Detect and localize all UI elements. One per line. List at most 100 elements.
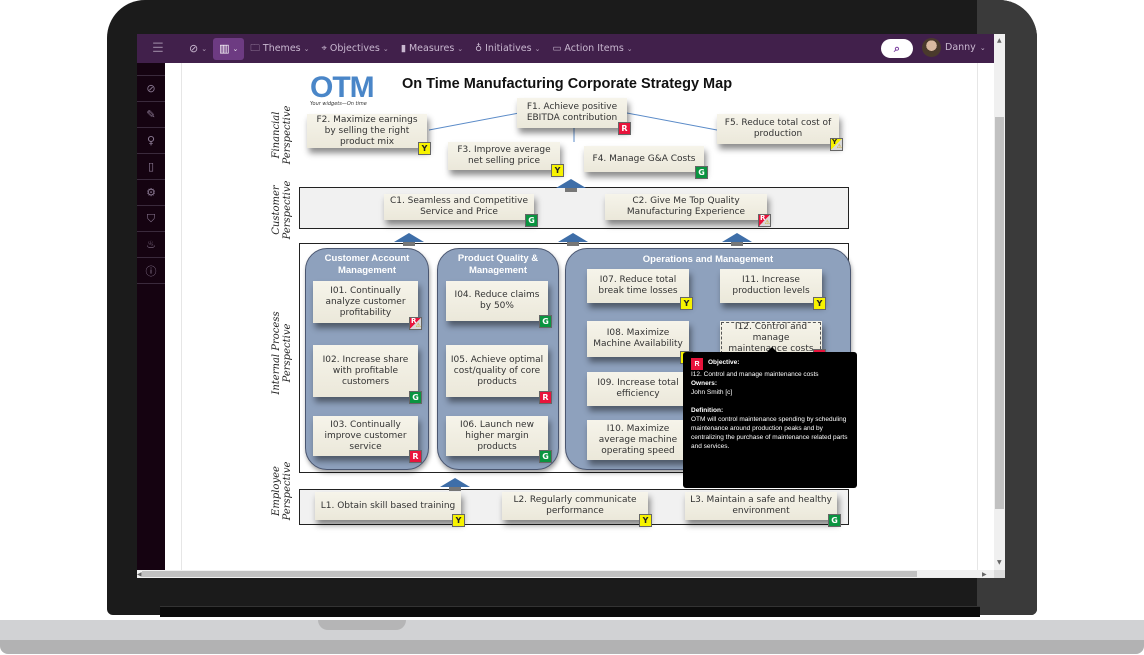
status-letter: G — [698, 168, 705, 177]
status-letter: G — [542, 317, 549, 326]
scroll-left-icon[interactable]: ◀ — [137, 571, 142, 578]
status-badge[interactable]: G — [409, 391, 422, 404]
warning-icon: ⚠ — [415, 322, 421, 329]
tooltip-caret — [767, 347, 777, 352]
objective-i02[interactable]: I02. Increase share with profitable cust… — [313, 345, 422, 404]
objective-label: C2. Give Me Top Quality Manufacturing Ex… — [626, 196, 746, 217]
status-badge[interactable]: R — [539, 391, 552, 404]
objective-i09[interactable]: I09. Increase total efficiency — [587, 372, 689, 406]
status-badge[interactable]: G — [539, 315, 552, 328]
vertical-scroll-thumb[interactable] — [995, 117, 1004, 509]
status-badge[interactable]: Y — [680, 297, 693, 310]
vertical-scrollbar[interactable]: ▲ ▼ — [994, 34, 1005, 570]
objective-label: F4. Manage G&A Costs — [592, 153, 696, 164]
up-arrow-icon — [558, 233, 588, 246]
objective-f5[interactable]: F5. Reduce total cost of production Y ⚠ — [717, 114, 843, 151]
tooltip-objective: R Objective: I12. Control and manage main… — [691, 358, 849, 379]
objective-label: I03. Continually improve customer servic… — [324, 419, 407, 452]
objective-label: F2. Maximize earnings by selling the rig… — [316, 114, 418, 147]
tooltip-definition-heading: Definition: — [691, 406, 849, 415]
horizontal-scroll-thumb[interactable] — [142, 571, 917, 577]
laptop-base-bottom — [0, 640, 1144, 654]
objective-i07[interactable]: I07. Reduce total break time losses Y — [587, 269, 693, 310]
objective-label: I05. Achieve optimal cost/quality of cor… — [450, 354, 544, 387]
status-badge[interactable]: Y — [452, 514, 465, 527]
perspective-internal: Internal Process Perspective — [271, 311, 293, 395]
status-badge[interactable]: R ⚠ — [409, 317, 422, 330]
strategy-map: OTM Your widgets—On time On Time Manufac… — [137, 34, 1005, 578]
status-badge[interactable]: G — [525, 214, 538, 227]
status-badge[interactable]: Y — [639, 514, 652, 527]
status-badge[interactable]: G — [695, 166, 708, 179]
warning-icon: ⚠ — [836, 143, 842, 150]
tooltip-owners-text: John Smith [c] — [691, 389, 733, 396]
objective-label: I09. Increase total efficiency — [597, 378, 679, 399]
status-badge[interactable]: G — [828, 514, 841, 527]
up-arrow-icon — [556, 179, 586, 192]
status-badge[interactable]: R — [618, 122, 631, 135]
scroll-up-icon[interactable]: ▲ — [997, 37, 1002, 44]
objective-c2[interactable]: C2. Give Me Top Quality Manufacturing Ex… — [605, 194, 771, 227]
link-f2-f1 — [428, 112, 520, 131]
objective-l2[interactable]: L2. Regularly communicate performance Y — [502, 492, 652, 527]
perspective-financial: Financial Perspective — [271, 105, 293, 165]
perspective-employee: Employee Perspective — [271, 461, 293, 521]
laptop-hinge — [160, 606, 980, 617]
tooltip-status-badge: R — [691, 358, 703, 370]
objective-i08[interactable]: I08. Maximize Machine AvailabilityY — [587, 321, 693, 364]
objective-l3[interactable]: L3. Maintain a safe and healthy environm… — [685, 492, 841, 527]
objective-i10[interactable]: I10. Maximize average machine operating … — [587, 420, 689, 460]
status-badge[interactable]: R — [409, 450, 422, 463]
status-badge[interactable]: Y — [813, 297, 826, 310]
objective-i05[interactable]: I05. Achieve optimal cost/quality of cor… — [446, 345, 552, 404]
status-letter: Y — [554, 166, 561, 175]
objective-i03[interactable]: I03. Continually improve customer servic… — [313, 416, 422, 463]
status-letter: G — [528, 216, 535, 225]
status-badge[interactable]: Y ⚠ — [830, 138, 843, 151]
objective-label: L3. Maintain a safe and healthy environm… — [690, 495, 832, 516]
status-letter: R — [542, 393, 549, 402]
objective-label: C1. Seamless and Competitive Service and… — [389, 196, 529, 217]
objective-i06[interactable]: I06. Launch new higher margin products G — [446, 416, 552, 463]
status-letter: Y — [455, 516, 462, 525]
objective-f4[interactable]: F4. Manage G&A Costs G — [584, 146, 708, 179]
status-letter: R — [621, 124, 628, 133]
status-badge[interactable]: R ⚠ — [758, 214, 771, 227]
status-badge[interactable]: G — [539, 450, 552, 463]
definition-heading-text: Definition: — [691, 407, 724, 414]
screen: ☰ ⊘ ⌄ ▥ ⌄ 🗀 Themes ⌄ ⌖ Objectives ⌄ ▮ Measures ⌄… — [137, 34, 1005, 578]
objective-label: I04. Reduce claims by 50% — [454, 290, 540, 311]
perspective-customer: Customer Perspective — [271, 180, 293, 240]
objective-label: F1. Achieve positive EBITDA contribution — [526, 102, 618, 123]
horizontal-scrollbar[interactable]: ◀ ▶ — [137, 570, 994, 578]
status-letter: Y — [683, 299, 690, 308]
status-badge[interactable]: Y — [551, 164, 564, 177]
objective-i01[interactable]: I01. Continually analyze customer profit… — [313, 281, 422, 330]
objective-c1[interactable]: C1. Seamless and Competitive Service and… — [384, 194, 538, 227]
status-badge[interactable]: Y — [418, 142, 431, 155]
objective-f1[interactable]: F1. Achieve positive EBITDA contribution… — [517, 98, 631, 135]
up-arrow-icon — [394, 233, 424, 246]
objective-i04[interactable]: I04. Reduce claims by 50% G — [446, 281, 552, 328]
status-letter: Y — [642, 516, 649, 525]
up-arrow-icon — [440, 478, 470, 491]
objective-tooltip: R Objective: I12. Control and manage main… — [683, 347, 857, 488]
objective-f3[interactable]: F3. Improve average net selling price Y — [448, 142, 564, 177]
scroll-down-icon[interactable]: ▼ — [997, 559, 1002, 566]
group-title: Customer Account Management — [324, 253, 410, 276]
group-title: Product Quality & Management — [457, 253, 539, 276]
objective-i11[interactable]: I11. Increase production levels Y — [720, 269, 826, 310]
objective-l1[interactable]: L1. Obtain skill based training Y — [315, 492, 465, 527]
objective-label: I11. Increase production levels — [732, 275, 810, 296]
objective-label: I08. Maximize Machine Availability — [593, 328, 683, 349]
objective-label: L1. Obtain skill based training — [320, 500, 456, 511]
scroll-right-icon[interactable]: ▶ — [982, 571, 987, 578]
laptop-base — [0, 620, 1144, 640]
objective-label: L2. Regularly communicate performance — [513, 495, 637, 516]
status-letter: Y — [816, 299, 823, 308]
objective-label: I07. Reduce total break time losses — [598, 275, 678, 296]
link-f5-f1 — [626, 112, 718, 131]
logo-text: OTM — [310, 71, 375, 104]
objective-f2[interactable]: F2. Maximize earnings by selling the rig… — [307, 114, 431, 155]
objective-label: F3. Improve average net selling price — [457, 145, 551, 166]
